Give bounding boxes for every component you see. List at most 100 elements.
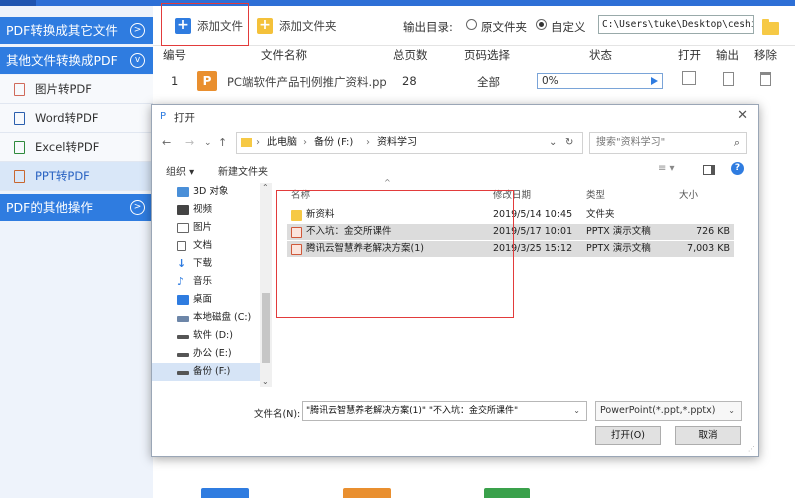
sidebar-item-ppt-to-pdf[interactable]: PPT转PDF [0, 162, 153, 191]
filetype-select[interactable]: PowerPoint(*.ppt,*.pptx) ⌄ [595, 401, 742, 421]
back-arrow-icon[interactable]: ← [162, 136, 171, 149]
chevron-down-icon: ⌄ [728, 406, 735, 415]
sidebar-item-image-to-pdf[interactable]: 图片转PDF [0, 75, 153, 104]
sidebar-section-pdf-to-other[interactable]: PDF转换成其它文件 > [0, 17, 153, 44]
resize-grip-icon[interactable]: ⋰ [748, 445, 755, 453]
sidebar-section-pdf-other[interactable]: PDF的其他操作 > [0, 194, 153, 221]
breadcrumb-folder[interactable]: 资料学习 [377, 133, 417, 153]
close-icon[interactable]: ✕ [737, 108, 748, 123]
sidebar-section-label: PDF的其他操作 [6, 200, 93, 215]
filename-input[interactable]: "腾讯云智慧养老解决方案(1)" "不入坑：金交所课件" ⌄ [302, 401, 587, 421]
nav-item-drive-e[interactable]: 办公 (E:) [152, 345, 260, 363]
sidebar-item-word-to-pdf[interactable]: Word转PDF [0, 104, 153, 133]
nav-item-label: 下载 [193, 258, 213, 269]
dropdown-icon[interactable]: ⌄ [549, 133, 557, 153]
col-type[interactable]: 类型 [586, 187, 605, 201]
bottom-word-icon[interactable] [201, 488, 249, 498]
help-icon[interactable]: ? [731, 162, 744, 175]
bottom-ppt-icon[interactable] [343, 488, 391, 498]
excel-file-icon [14, 141, 25, 154]
nav-item-3d-objects[interactable]: 3D 对象 [152, 183, 260, 201]
sidebar-item-label: Excel转PDF [35, 140, 100, 154]
col-remove: 移除 [754, 48, 777, 62]
play-icon[interactable] [651, 77, 658, 85]
sidebar-item-label: Word转PDF [35, 111, 99, 125]
open-button[interactable]: 打开(O) [595, 426, 661, 445]
col-status: 状态 [589, 48, 612, 62]
trash-icon[interactable] [760, 72, 771, 86]
breadcrumb-separator: › [256, 137, 260, 148]
documents-icon [177, 241, 186, 251]
nav-item-video[interactable]: 视频 [152, 201, 260, 219]
forward-arrow-icon[interactable]: → [185, 136, 194, 149]
sidebar-section-other-to-pdf[interactable]: 其他文件转换成PDF v [0, 47, 153, 74]
chevron-down-icon: v [130, 53, 145, 68]
up-arrow-icon[interactable]: ↑ [218, 136, 227, 149]
table-row[interactable]: 1 P PC端软件产品刊例推广资料.pp 28 全部 0% [153, 63, 795, 99]
row-filename: PC端软件产品刊例推广资料.pp [227, 75, 387, 89]
breadcrumb-separator: › [303, 137, 307, 148]
nav-item-label: 桌面 [193, 294, 213, 305]
cancel-button[interactable]: 取消 [675, 426, 741, 445]
col-size[interactable]: 大小 [679, 187, 698, 201]
add-folder-button[interactable]: + 添加文件夹 [257, 16, 337, 36]
nav-item-label: 视频 [193, 204, 213, 215]
filename-value: "腾讯云智慧养老解决方案(1)" "不入坑：金交所课件" [306, 406, 519, 416]
chevron-down-icon[interactable]: ⌄ [204, 138, 212, 148]
chevron-right-icon: > [130, 200, 145, 215]
nav-item-drive-f[interactable]: 备份 (F:) [152, 363, 260, 381]
plus-icon: + [175, 18, 191, 34]
radio-source-folder[interactable] [466, 19, 477, 30]
highlight-box [276, 190, 514, 318]
row-pages: 28 [402, 74, 417, 88]
folder-icon [241, 138, 252, 147]
nav-item-label: 3D 对象 [193, 186, 229, 197]
nav-item-pictures[interactable]: 图片 [152, 219, 260, 237]
search-icon: ⌕ [733, 136, 740, 149]
bottom-excel-icon[interactable] [484, 488, 530, 498]
open-external-icon[interactable] [682, 71, 696, 85]
row-page-select[interactable]: 全部 [477, 74, 500, 90]
dialog-app-icon: P [160, 111, 167, 122]
search-input[interactable]: 搜索"资料学习" ⌕ [589, 132, 747, 154]
address-bar[interactable]: › 此电脑 › 备份 (F:) › 资料学习 ⌄ ↻ [236, 132, 583, 154]
nav-item-label: 图片 [193, 222, 213, 233]
nav-item-desktop[interactable]: 桌面 [152, 291, 260, 309]
radio-custom[interactable] [536, 19, 547, 30]
scroll-up-icon[interactable]: ⌃ [262, 183, 269, 192]
ppt-file-icon: P [197, 71, 217, 91]
refresh-icon[interactable]: ↻ [565, 133, 573, 153]
drive-icon [177, 316, 189, 322]
preview-pane-icon[interactable] [703, 165, 715, 175]
nav-item-downloads[interactable]: ↓ 下载 [152, 255, 260, 273]
chevron-down-icon[interactable]: ⌄ [573, 402, 580, 420]
output-path-field[interactable]: C:\Users\tuke\Desktop\ceshi [598, 15, 754, 34]
organize-button[interactable]: 组织 ▾ [166, 163, 194, 178]
sidebar: PDF转换成其它文件 > 其他文件转换成PDF v 图片转PDF Word转PD… [0, 6, 153, 498]
sidebar-item-excel-to-pdf[interactable]: Excel转PDF [0, 133, 153, 162]
search-placeholder: 搜索"资料学习" [596, 137, 666, 148]
nav-item-music[interactable]: ♪ 音乐 [152, 273, 260, 291]
toolbar: + 添加文件 + 添加文件夹 输出目录: 原文件夹 自定义 C:\Users\t… [153, 3, 795, 46]
new-folder-button[interactable]: 新建文件夹 [218, 163, 268, 178]
nav-item-label: 软件 (D:) [193, 330, 233, 341]
output-icon[interactable] [723, 72, 734, 86]
breadcrumb-pc[interactable]: 此电脑 [267, 133, 297, 153]
breadcrumb-drive[interactable]: 备份 (F:) [314, 133, 353, 153]
scroll-down-icon[interactable]: ⌄ [262, 377, 269, 386]
nav-item-documents[interactable]: 文档 [152, 237, 260, 255]
radio-custom-label: 自定义 [551, 20, 586, 34]
nav-item-label: 文档 [193, 240, 213, 251]
download-icon: ↓ [177, 257, 187, 270]
desktop-icon [177, 295, 189, 305]
sidebar-section-label: 其他文件转换成PDF [6, 53, 118, 68]
nav-scroll-thumb[interactable] [262, 293, 270, 363]
nav-item-drive-c[interactable]: 本地磁盘 (C:) [152, 309, 260, 327]
nav-item-drive-d[interactable]: 软件 (D:) [152, 327, 260, 345]
add-file-button[interactable]: + 添加文件 [175, 16, 243, 36]
ppt-file-icon [14, 170, 25, 183]
browse-folder-icon[interactable] [762, 19, 779, 35]
col-index: 编号 [163, 48, 186, 62]
view-options-icon[interactable]: ≡ ▾ [658, 163, 675, 174]
sidebar-item-label: PPT转PDF [35, 169, 90, 183]
